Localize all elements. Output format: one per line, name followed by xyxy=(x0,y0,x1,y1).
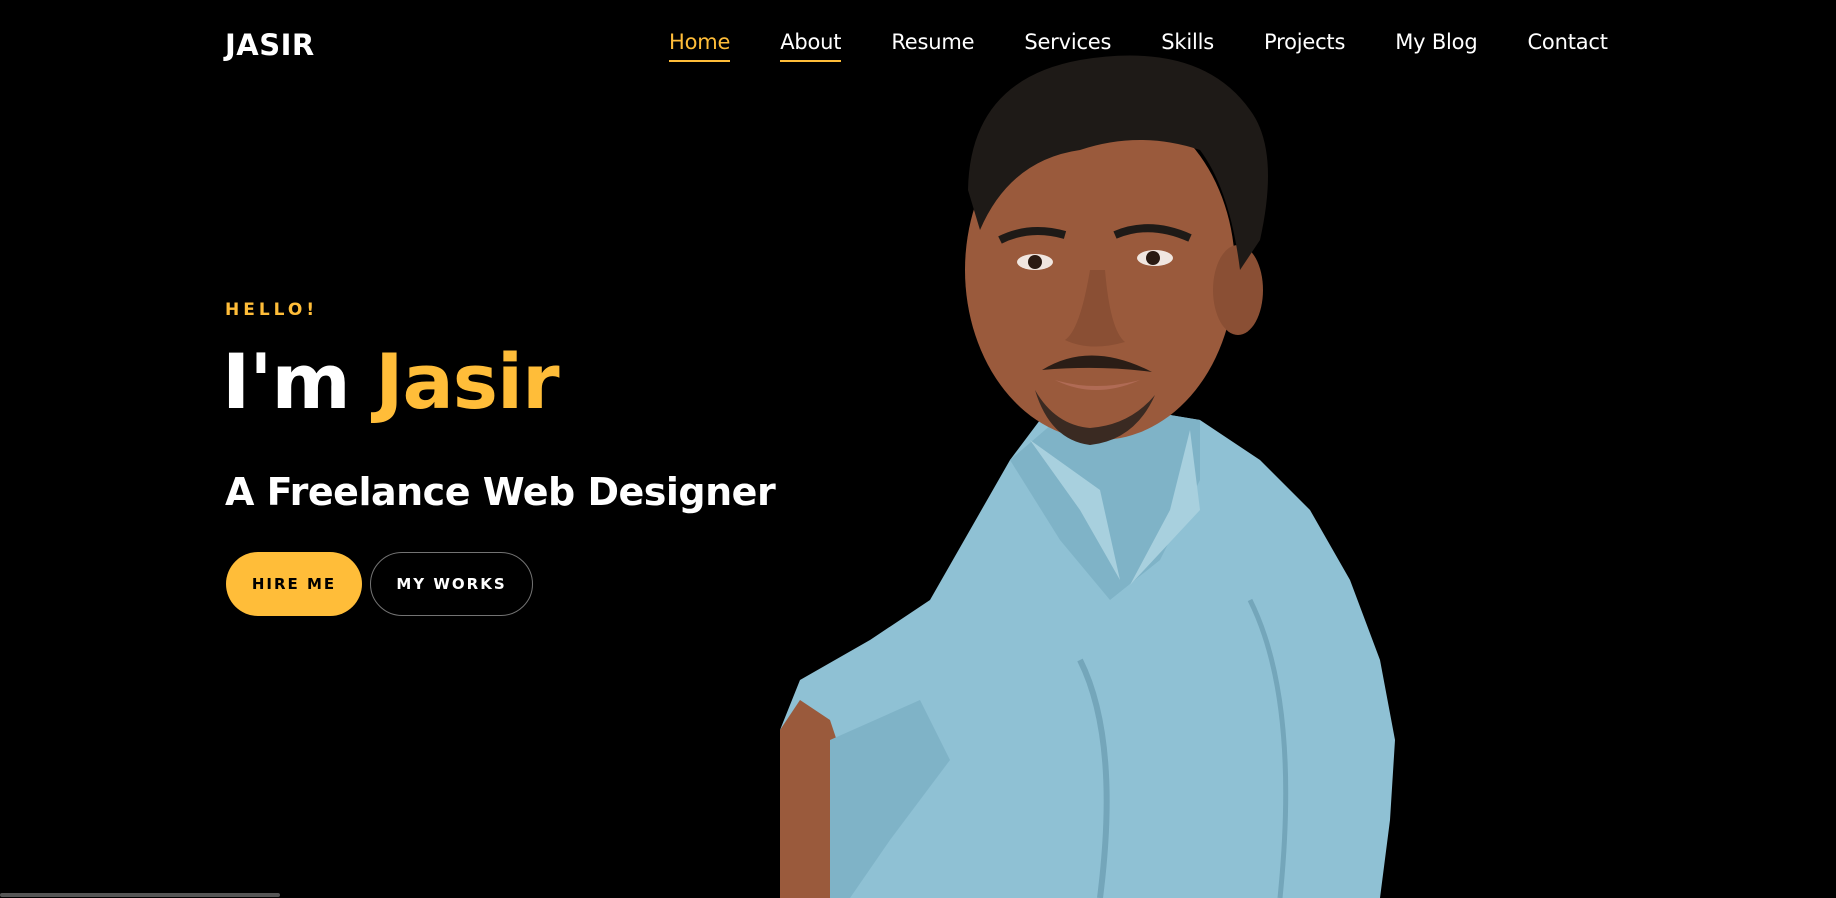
hero-headline: I'm Jasir xyxy=(222,344,560,420)
nav-link-home[interactable]: Home xyxy=(669,30,730,62)
menu-item-resume: Resume xyxy=(891,30,974,62)
nav-link-skills[interactable]: Skills xyxy=(1161,30,1214,60)
menu-item-blog: My Blog xyxy=(1395,30,1477,62)
menu-item-projects: Projects xyxy=(1264,30,1345,62)
top-navigation: JASIR Home About Resume Services Skills … xyxy=(0,0,1836,90)
hero-intro: I'm xyxy=(222,337,351,426)
nav-link-projects[interactable]: Projects xyxy=(1264,30,1345,60)
main-menu: Home About Resume Services Skills Projec… xyxy=(669,30,1608,62)
hire-me-button[interactable]: HIRE ME xyxy=(226,552,362,616)
menu-item-services: Services xyxy=(1024,30,1111,62)
nav-link-blog[interactable]: My Blog xyxy=(1395,30,1477,60)
my-works-button[interactable]: MY WORKS xyxy=(370,552,533,616)
site-logo[interactable]: JASIR xyxy=(225,28,315,62)
nav-link-services[interactable]: Services xyxy=(1024,30,1111,60)
nav-link-about[interactable]: About xyxy=(780,30,842,62)
menu-item-contact: Contact xyxy=(1527,30,1608,62)
menu-item-home: Home xyxy=(669,30,730,62)
menu-item-about: About xyxy=(780,30,842,62)
portrait-image xyxy=(780,55,1395,898)
nav-link-resume[interactable]: Resume xyxy=(891,30,974,60)
nav-link-contact[interactable]: Contact xyxy=(1527,30,1608,60)
hero-subtitle: A Freelance Web Designer xyxy=(225,470,776,514)
hero-name: Jasir xyxy=(375,337,559,426)
horizontal-scrollbar[interactable] xyxy=(0,893,280,897)
menu-item-skills: Skills xyxy=(1161,30,1214,62)
hero-greeting: HELLO! xyxy=(225,300,319,320)
